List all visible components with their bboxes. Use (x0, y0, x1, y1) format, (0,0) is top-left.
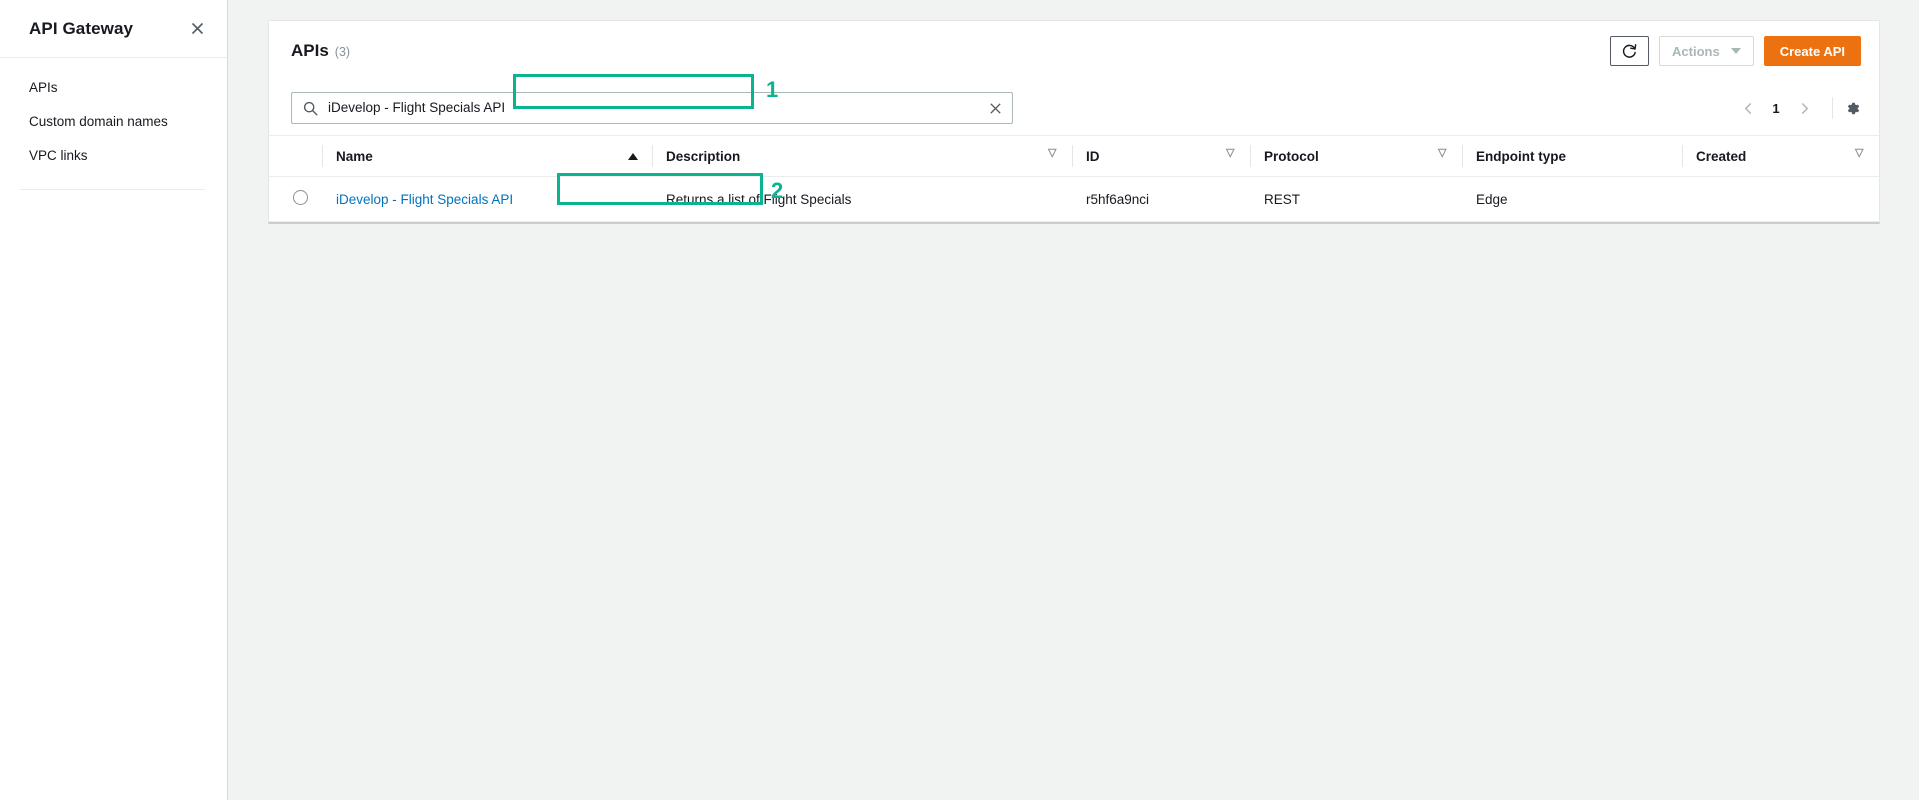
card-header: APIs (3) Actions Create API (269, 21, 1879, 81)
sidebar-item-vpc-links[interactable]: VPC links (0, 139, 227, 173)
pagination-page-1[interactable]: 1 (1765, 101, 1787, 116)
column-select (269, 136, 322, 177)
table-header: Name Description ID (269, 135, 1879, 177)
sidebar-item-apis[interactable]: APIs (0, 71, 227, 105)
table-row[interactable]: iDevelop - Flight Specials API Returns a… (269, 177, 1879, 222)
actions-button-label: Actions (1672, 43, 1720, 59)
apis-table: Name Description ID (269, 135, 1879, 222)
sidebar-divider (20, 189, 205, 190)
sort-none-icon (1855, 148, 1865, 160)
sidebar-header: API Gateway (0, 0, 227, 58)
close-icon[interactable] (187, 19, 207, 39)
filter-row: iDevelop - Flight Specials API 1 (269, 81, 1879, 135)
main-content: APIs (3) Actions Create API iDevelop - F… (228, 0, 1919, 800)
search-input[interactable]: iDevelop - Flight Specials API (291, 92, 1013, 124)
sort-none-icon (1226, 148, 1236, 160)
row-cell-endpoint-type: Edge (1476, 191, 1508, 207)
column-header-description[interactable]: Description (652, 136, 1072, 177)
row-radio-button[interactable] (293, 190, 308, 205)
refresh-button[interactable] (1610, 36, 1650, 66)
column-header-endpoint-type[interactable]: Endpoint type (1462, 136, 1682, 177)
sidebar-item-custom-domain-names[interactable]: Custom domain names (0, 105, 227, 139)
row-cell-id: r5hf6a9nci (1086, 191, 1150, 207)
sort-none-icon (1048, 148, 1058, 160)
column-header-created[interactable]: Created (1682, 136, 1879, 177)
pagination-prev-icon[interactable] (1733, 93, 1763, 123)
search-icon (303, 101, 319, 116)
search-input-value: iDevelop - Flight Specials API (328, 100, 506, 115)
sidebar-title: API Gateway (29, 18, 134, 38)
row-cell-name: iDevelop - Flight Specials API (322, 177, 652, 222)
column-header-name-label: Name (336, 148, 373, 164)
page-root: API Gateway APIs Custom domain names VPC… (0, 0, 1919, 800)
sort-ascending-icon (628, 152, 638, 160)
table-header-row: Name Description ID (269, 135, 1879, 177)
apis-count: (3) (334, 45, 351, 59)
table-body: iDevelop - Flight Specials API Returns a… (269, 177, 1879, 222)
refresh-icon (1622, 43, 1637, 58)
api-name-link[interactable]: iDevelop - Flight Specials API (336, 192, 513, 207)
column-header-description-label: Description (666, 148, 741, 164)
row-cell-description: Returns a list of Flight Specials (666, 191, 852, 207)
clear-search-icon[interactable] (986, 99, 1004, 117)
chevron-down-icon (1730, 48, 1741, 54)
page-title: APIs (291, 41, 329, 60)
apis-card: APIs (3) Actions Create API iDevelop - F… (268, 20, 1880, 224)
row-select-cell (269, 177, 322, 222)
pagination: 1 (1733, 93, 1861, 123)
column-header-name[interactable]: Name (322, 136, 652, 177)
row-cell-created (1682, 177, 1879, 222)
search-wrap: iDevelop - Flight Specials API (291, 92, 1013, 124)
sort-none-icon (1438, 148, 1448, 160)
column-header-created-label: Created (1696, 148, 1747, 164)
card-title-group: APIs (3) (291, 41, 350, 61)
pagination-divider (1832, 97, 1833, 119)
header-actions: Actions Create API (1610, 36, 1861, 66)
sidebar: API Gateway APIs Custom domain names VPC… (0, 0, 228, 800)
pagination-next-icon[interactable] (1789, 93, 1819, 123)
column-header-protocol-label: Protocol (1264, 148, 1319, 164)
column-header-endpoint-type-label: Endpoint type (1476, 148, 1566, 164)
row-cell-protocol: REST (1264, 191, 1301, 207)
actions-button[interactable]: Actions (1659, 36, 1754, 66)
column-header-id[interactable]: ID (1072, 136, 1250, 177)
column-header-protocol[interactable]: Protocol (1250, 136, 1462, 177)
sidebar-nav: APIs Custom domain names VPC links (0, 58, 227, 173)
create-api-button[interactable]: Create API (1763, 36, 1861, 66)
column-header-id-label: ID (1086, 148, 1100, 164)
gear-icon[interactable] (1844, 100, 1861, 117)
